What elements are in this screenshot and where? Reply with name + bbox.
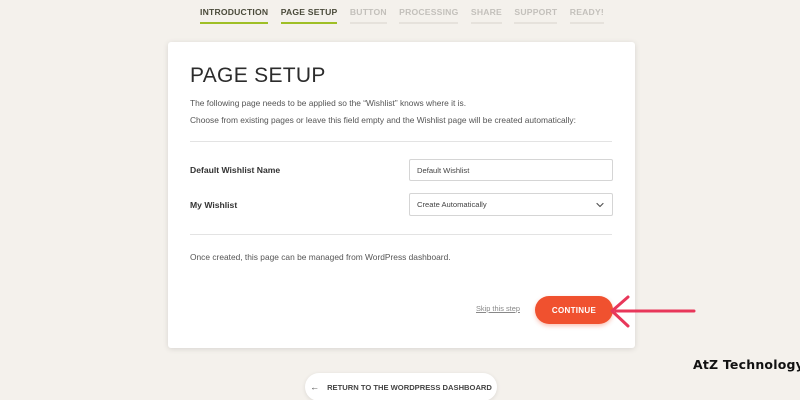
setup-wizard-page: INTRODUCTION PAGE SETUP BUTTON PROCESSIN…: [0, 0, 800, 400]
divider: [190, 141, 612, 142]
divider: [190, 234, 612, 235]
wishlist-name-input[interactable]: [409, 159, 613, 181]
step-ready[interactable]: READY!: [569, 7, 604, 24]
my-wishlist-label: My Wishlist: [190, 200, 238, 210]
page-setup-card: PAGE SETUP The following page needs to b…: [168, 42, 635, 348]
step-page-setup[interactable]: PAGE SETUP: [280, 7, 338, 24]
return-dashboard-label: RETURN TO THE WORDPRESS DASHBOARD: [327, 382, 492, 392]
step-button[interactable]: BUTTON: [349, 7, 387, 24]
wishlist-name-label: Default Wishlist Name: [190, 165, 281, 175]
continue-button[interactable]: CONTINUE: [535, 296, 613, 324]
my-wishlist-selected-value: Create Automatically: [417, 200, 487, 209]
dashboard-note: Once created, this page can be managed f…: [190, 252, 451, 262]
description-line-1: The following page needs to be applied s…: [190, 98, 467, 108]
wizard-steps-nav: INTRODUCTION PAGE SETUP BUTTON PROCESSIN…: [200, 7, 604, 24]
annotation-arrow-icon: [610, 295, 696, 328]
skip-step-link[interactable]: Skip this step: [476, 304, 520, 313]
step-support[interactable]: SUPPORT: [514, 7, 558, 24]
my-wishlist-select[interactable]: Create Automatically: [409, 193, 613, 216]
step-processing[interactable]: PROCESSING: [399, 7, 459, 24]
step-introduction[interactable]: INTRODUCTION: [200, 7, 269, 24]
arrow-left-icon: ←: [310, 382, 320, 392]
step-share[interactable]: SHARE: [470, 7, 502, 24]
description-line-2: Choose from existing pages or leave this…: [190, 115, 576, 125]
chevron-down-icon: [596, 202, 604, 207]
page-title: PAGE SETUP: [190, 64, 326, 87]
watermark-text: AtZ Technology: [693, 357, 800, 372]
return-dashboard-button[interactable]: ← RETURN TO THE WORDPRESS DASHBOARD: [305, 373, 497, 400]
